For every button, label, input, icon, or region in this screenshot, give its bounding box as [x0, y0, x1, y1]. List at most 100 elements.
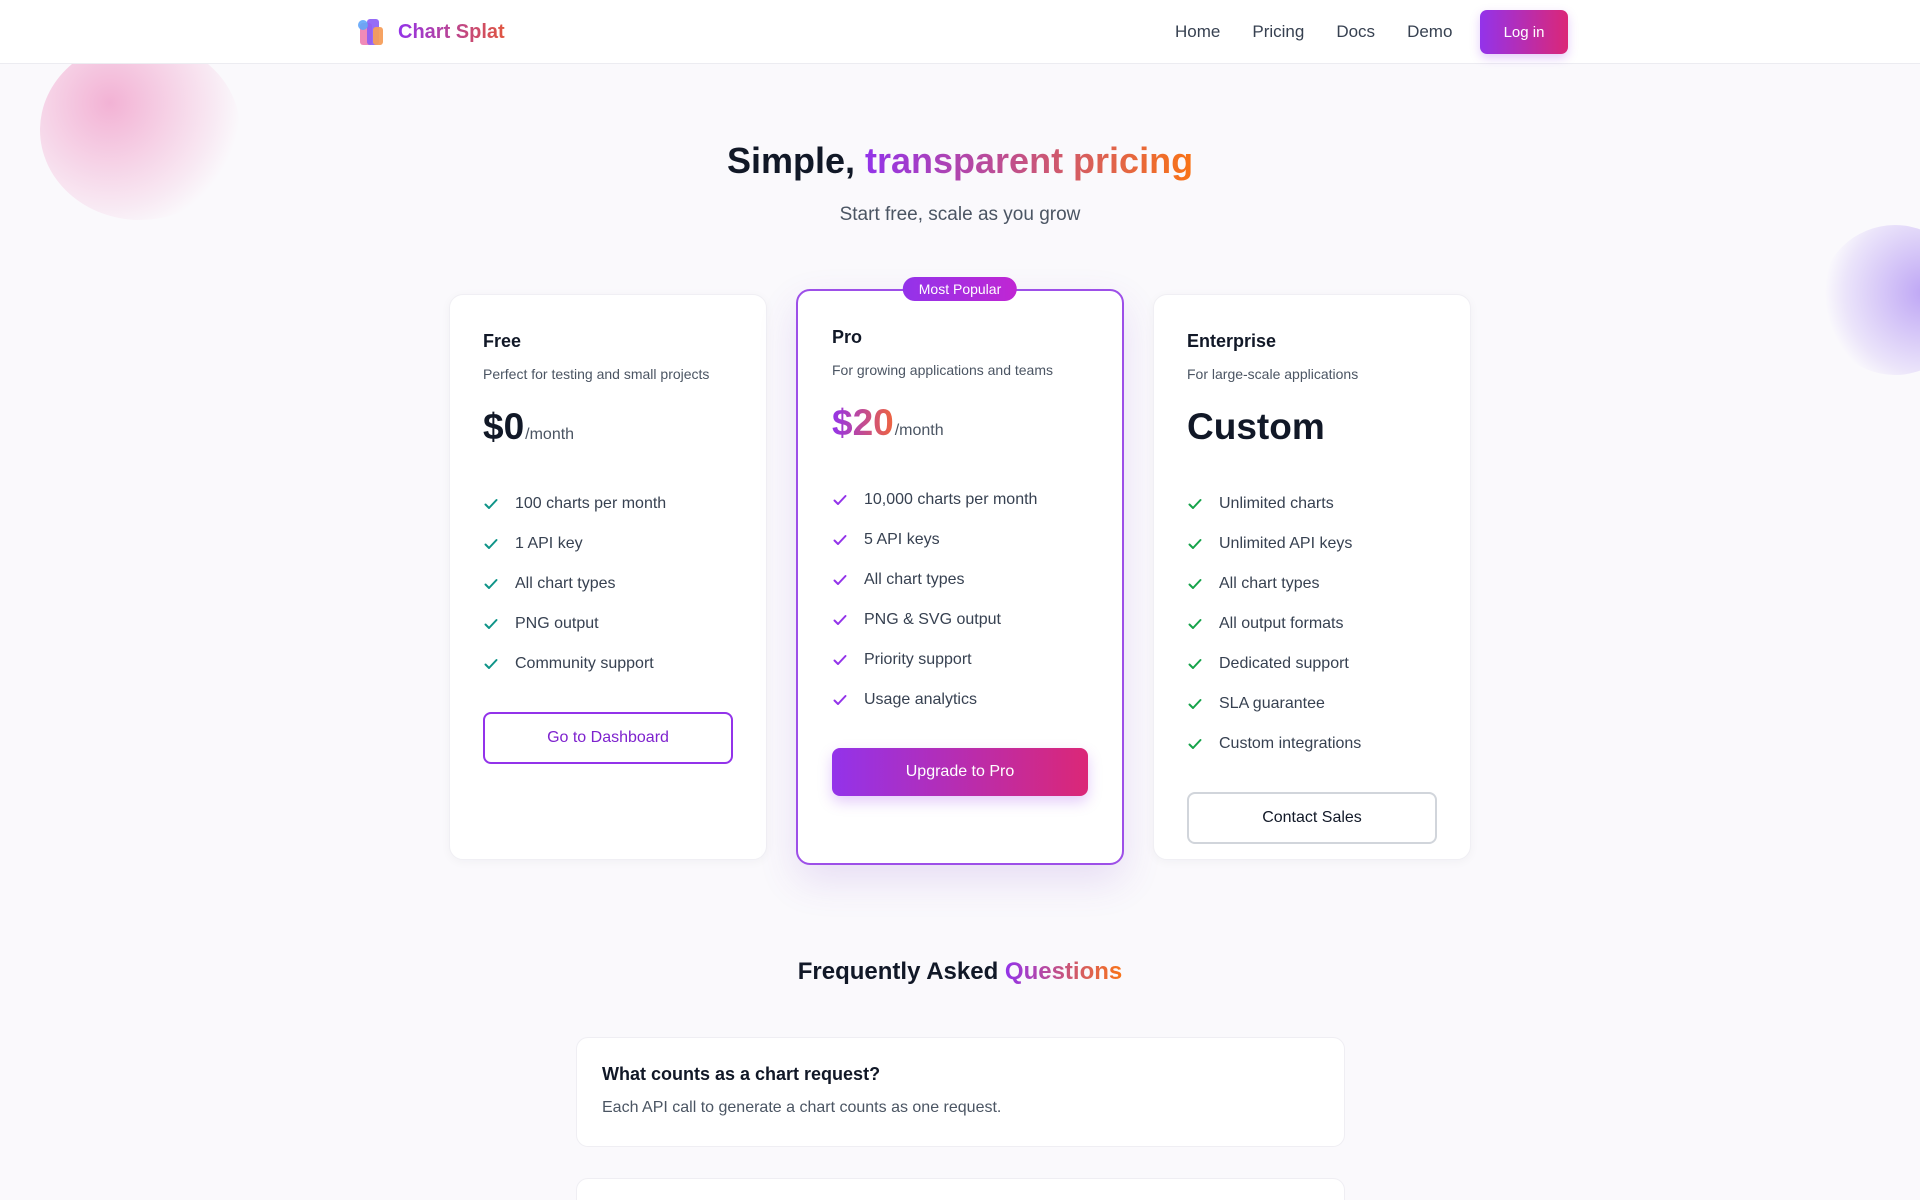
page-subtitle: Start free, scale as you grow: [839, 204, 1081, 225]
feature-item: PNG output: [483, 604, 733, 644]
check-icon: [833, 535, 847, 545]
brand-logo[interactable]: Chart Splat: [358, 17, 505, 47]
feature-item: All chart types: [1187, 564, 1437, 604]
plan-price: Custom: [1187, 406, 1437, 450]
feature-label: PNG & SVG output: [864, 611, 1001, 628]
decorative-purple-blob: [1820, 225, 1920, 375]
feature-label: 1 API key: [515, 535, 583, 552]
plan-description: For growing applications and teams: [832, 362, 1054, 378]
go-to-dashboard-button[interactable]: Go to Dashboard: [483, 712, 733, 764]
feature-label: All chart types: [1219, 575, 1320, 592]
price-period: /month: [894, 422, 944, 439]
login-button[interactable]: Log in: [1480, 10, 1568, 54]
check-icon: [833, 655, 847, 665]
faq-title-plain: Frequently Asked: [797, 958, 999, 985]
faq-title-accent: Questions: [1004, 958, 1123, 985]
price-period: /month: [525, 426, 575, 443]
price-amount: $0: [483, 406, 525, 447]
decorative-pink-blob: [40, 40, 240, 220]
feature-item: PNG & SVG output: [832, 600, 1088, 640]
plan-name: Pro: [832, 327, 863, 347]
check-icon: [484, 619, 498, 629]
feature-label: Unlimited charts: [1219, 495, 1334, 512]
feature-item: Unlimited charts: [1187, 484, 1437, 524]
feature-item: Priority support: [832, 640, 1088, 680]
page-title-accent: transparent pricing: [865, 140, 1194, 181]
plan-name: Enterprise: [1187, 331, 1277, 351]
check-icon: [1188, 739, 1202, 749]
nav-docs-link[interactable]: Docs: [1336, 22, 1375, 42]
main-nav: Home Pricing Docs Demo: [1175, 0, 1484, 64]
plan-description: For large-scale applications: [1187, 366, 1359, 382]
feature-item: 1 API key: [483, 524, 733, 564]
most-popular-badge: Most Popular: [902, 277, 1018, 301]
plan-card-enterprise: Enterprise For large-scale applications …: [1153, 294, 1471, 860]
feature-item: 5 API keys: [832, 520, 1088, 560]
faq-question: What counts as a chart request?: [602, 1064, 881, 1084]
plan-card-pro: Most Popular Pro For growing application…: [796, 277, 1124, 865]
plan-price: $20 /month: [832, 402, 1088, 446]
plan-price: $0 /month: [483, 406, 733, 450]
plan-card-free: Free Perfect for testing and small proje…: [449, 294, 767, 860]
feature-label: All chart types: [864, 571, 965, 588]
feature-item: Custom integrations: [1187, 724, 1437, 764]
faq-title: Frequently Asked Questions: [0, 958, 1920, 986]
check-icon: [833, 495, 847, 505]
check-icon: [833, 575, 847, 585]
check-icon: [1188, 699, 1202, 709]
feature-label: Dedicated support: [1219, 655, 1349, 672]
feature-item: All chart types: [832, 560, 1088, 600]
feature-label: Usage analytics: [864, 691, 977, 708]
feature-label: All output formats: [1219, 615, 1344, 632]
check-icon: [833, 615, 847, 625]
check-icon: [484, 579, 498, 589]
feature-item: 100 charts per month: [483, 484, 733, 524]
price-amount: Custom: [1187, 406, 1325, 447]
feature-label: PNG output: [515, 615, 599, 632]
feature-item: 10,000 charts per month: [832, 480, 1088, 520]
chart-logo-icon: [358, 17, 386, 47]
nav-pricing-link[interactable]: Pricing: [1252, 22, 1304, 42]
check-icon: [1188, 539, 1202, 549]
check-icon: [484, 499, 498, 509]
feature-item: All output formats: [1187, 604, 1437, 644]
feature-list: 10,000 charts per month 5 API keys All c…: [832, 480, 1088, 720]
check-icon: [484, 659, 498, 669]
plan-description: Perfect for testing and small projects: [483, 366, 710, 382]
top-navbar: Chart Splat Home Pricing Docs Demo Log i…: [0, 0, 1920, 64]
upgrade-to-pro-button[interactable]: Upgrade to Pro: [832, 748, 1088, 796]
feature-list: 100 charts per month 1 API key All chart…: [483, 484, 733, 684]
feature-label: Community support: [515, 655, 654, 672]
contact-sales-button[interactable]: Contact Sales: [1187, 792, 1437, 844]
feature-label: Unlimited API keys: [1219, 535, 1353, 552]
faq-answer: Each API call to generate a chart counts…: [602, 1099, 1002, 1116]
check-icon: [1188, 619, 1202, 629]
feature-item: Community support: [483, 644, 733, 684]
page-title-plain: Simple,: [726, 140, 855, 181]
feature-item: Unlimited API keys: [1187, 524, 1437, 564]
feature-item: All chart types: [483, 564, 733, 604]
feature-list: Unlimited charts Unlimited API keys All …: [1187, 484, 1437, 764]
feature-item: Usage analytics: [832, 680, 1088, 720]
faq-item: What counts as a chart request? Each API…: [576, 1037, 1345, 1147]
feature-label: SLA guarantee: [1219, 695, 1325, 712]
feature-label: 10,000 charts per month: [864, 491, 1038, 508]
page-title: Simple, transparent pricing: [0, 140, 1920, 182]
feature-label: Custom integrations: [1219, 735, 1362, 752]
check-icon: [1188, 579, 1202, 589]
feature-label: 5 API keys: [864, 531, 940, 548]
plan-name: Free: [483, 331, 522, 351]
brand-name: Chart Splat: [398, 20, 505, 43]
check-icon: [833, 695, 847, 705]
check-icon: [1188, 659, 1202, 669]
feature-item: SLA guarantee: [1187, 684, 1437, 724]
check-icon: [484, 539, 498, 549]
price-amount: $20: [832, 402, 894, 443]
check-icon: [1188, 499, 1202, 509]
feature-item: Dedicated support: [1187, 644, 1437, 684]
feature-label: Priority support: [864, 651, 972, 668]
feature-label: 100 charts per month: [515, 495, 667, 512]
feature-label: All chart types: [515, 575, 616, 592]
nav-demo-link[interactable]: Demo: [1407, 22, 1452, 42]
nav-home-link[interactable]: Home: [1175, 22, 1220, 42]
